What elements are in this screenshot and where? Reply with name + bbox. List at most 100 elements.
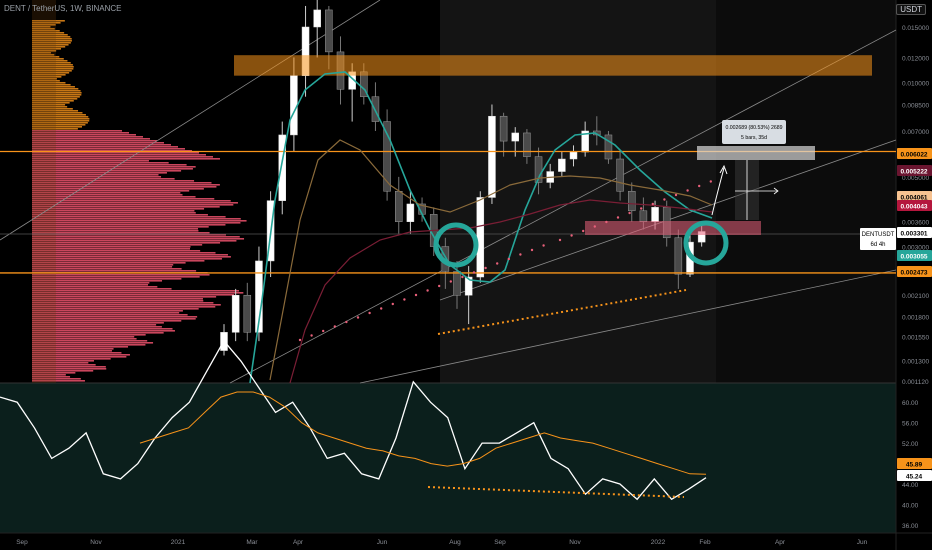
- sar-dot: [628, 211, 631, 215]
- candle-body: [639, 210, 648, 222]
- price-label: 0.002473: [900, 270, 927, 277]
- candle-body: [616, 158, 624, 192]
- price-tick: 0.001550: [902, 335, 929, 342]
- rsi-tick: 56.00: [902, 421, 919, 428]
- profile-bar: [32, 220, 247, 222]
- time-tick: Apr: [775, 539, 786, 546]
- rsi-tick: 36.00: [902, 523, 919, 530]
- profile-bar: [32, 212, 196, 214]
- profile-bar: [32, 318, 196, 320]
- candle-body: [488, 115, 496, 198]
- profile-bar: [32, 182, 212, 184]
- profile-bar: [32, 254, 228, 256]
- sar-dot: [558, 238, 562, 242]
- profile-bar: [32, 252, 216, 254]
- profile-bar: [32, 196, 196, 198]
- price-label: 0.006022: [900, 152, 927, 159]
- sar-dot: [507, 257, 510, 261]
- profile-bar: [32, 152, 199, 154]
- price-tick: 0.010000: [902, 80, 929, 87]
- currency-badge[interactable]: USDT: [896, 4, 926, 15]
- sar-dot: [519, 253, 522, 256]
- pink-zone: [585, 221, 761, 235]
- rsi-tick: 44.00: [902, 482, 919, 489]
- price-tick: 0.008500: [902, 102, 929, 109]
- profile-bar: [32, 154, 206, 156]
- sar-dot: [356, 316, 360, 319]
- profile-bar: [32, 206, 220, 208]
- profile-bar: [32, 158, 220, 160]
- profile-bar: [32, 236, 240, 238]
- time-tick: Sep: [494, 539, 506, 546]
- price-tick: 0.001800: [902, 314, 929, 321]
- candle-body: [651, 207, 659, 222]
- candle-body: [231, 294, 240, 333]
- profile-base: [32, 0, 56, 383]
- profile-bar: [32, 198, 215, 200]
- sar-dot: [651, 202, 654, 206]
- price-tick: 0.012000: [902, 55, 929, 62]
- profile-bar: [32, 222, 241, 224]
- price-tick: 0.007000: [902, 129, 929, 136]
- profile-bar: [32, 302, 214, 304]
- profile-bar: [32, 290, 240, 292]
- sar-dot: [298, 338, 302, 342]
- profile-bar: [32, 186, 217, 188]
- candle-body: [395, 191, 403, 222]
- candle-body: [511, 132, 519, 142]
- time-tick: Feb: [699, 539, 711, 546]
- sar-dot: [582, 229, 585, 233]
- time-tick: Aug: [449, 539, 461, 546]
- sar-dot: [426, 289, 429, 292]
- sar-dot: [322, 329, 325, 333]
- time-tick: Jun: [377, 539, 388, 546]
- profile-bar: [32, 258, 222, 260]
- sar-dot: [368, 311, 371, 315]
- sar-dot: [605, 220, 608, 224]
- profile-bar: [32, 276, 200, 278]
- price-label: 0.005222: [900, 169, 927, 176]
- sar-dot: [333, 325, 336, 328]
- profile-bar: [32, 210, 195, 212]
- candle-body: [453, 271, 461, 296]
- candle-body: [604, 134, 613, 160]
- time-tick: Sep: [16, 539, 28, 546]
- profile-bar: [32, 228, 199, 230]
- profile-bar: [32, 208, 205, 210]
- candle-body: [406, 203, 415, 222]
- rsi-tick: 52.00: [902, 441, 919, 448]
- sar-dot: [414, 293, 418, 297]
- candle-body: [523, 132, 531, 157]
- time-tick: Nov: [90, 539, 102, 546]
- profile-bar: [32, 256, 231, 258]
- sar-dot: [698, 184, 701, 188]
- profile-bar: [32, 260, 205, 262]
- profile-bar: [32, 218, 241, 220]
- profile-bar: [32, 306, 216, 308]
- profile-bar: [32, 308, 199, 310]
- sar-dot: [449, 280, 452, 283]
- profile-bar: [32, 292, 244, 294]
- profile-bar: [32, 184, 220, 186]
- sar-dot: [310, 334, 313, 337]
- sar-dot: [438, 284, 441, 288]
- profile-bar: [32, 166, 196, 168]
- sar-dot: [593, 225, 596, 228]
- candle-body: [674, 237, 683, 275]
- profile-bar: [32, 298, 203, 300]
- sar-dot: [380, 307, 383, 310]
- price-tick: 0.003600: [902, 220, 929, 227]
- profile-bar: [32, 224, 226, 226]
- sar-dot: [403, 298, 406, 301]
- price-tick: 0.001300: [902, 359, 929, 366]
- profile-bar: [32, 232, 210, 234]
- profile-bar: [32, 230, 199, 232]
- sar-dot: [674, 193, 678, 197]
- profile-bar: [32, 244, 203, 246]
- profile-bar: [32, 274, 210, 276]
- candle-body: [243, 294, 252, 333]
- time-tick: Jun: [857, 539, 868, 546]
- rsi-tick: 60.00: [902, 400, 919, 407]
- resistance-zone: [234, 55, 872, 76]
- price-chart[interactable]: 0.002689 (80.53%) 2689 5 bars, 35d 0.0150…: [0, 0, 932, 550]
